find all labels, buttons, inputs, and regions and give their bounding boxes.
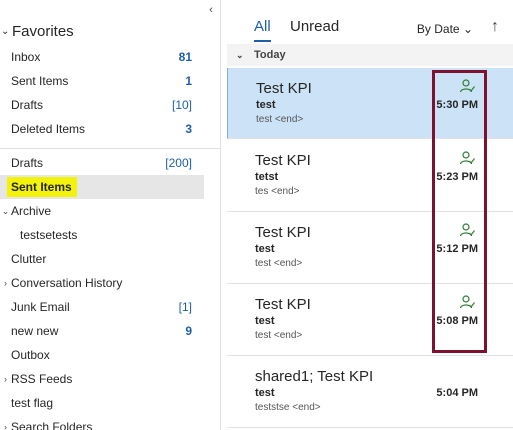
message-sender: Test KPI: [255, 296, 311, 313]
folder-label: test flag: [11, 396, 54, 410]
message-sender: Test KPI: [255, 152, 311, 169]
message-sender: Test KPI: [255, 224, 311, 241]
message-subject: test: [255, 315, 275, 327]
chevron-down-icon: ⌄: [236, 49, 244, 60]
folder-label: Sent Items: [11, 74, 69, 88]
message-item[interactable]: Test KPI test test <end> 5:12 PM: [227, 212, 513, 284]
folder-item-drafts[interactable]: Drafts [200]: [0, 151, 204, 175]
person-check-icon: [459, 223, 475, 237]
message-preview: test <end>: [255, 330, 303, 341]
folder-label: Outbox: [11, 348, 50, 362]
message-item[interactable]: Test KPI tetst tes <end> 5:23 PM: [227, 140, 513, 212]
folder-label: Drafts: [11, 98, 44, 112]
folder-item-outbox[interactable]: Outbox: [0, 343, 204, 367]
tab-all[interactable]: All: [254, 18, 271, 42]
chevron-down-icon[interactable]: ⌄: [0, 206, 11, 217]
person-check-icon: [459, 151, 475, 165]
message-preview: test <end>: [256, 114, 304, 125]
folder-item-new-new[interactable]: new new 9: [0, 319, 204, 343]
draft-count: [10]: [171, 98, 192, 112]
unread-count: 81: [178, 50, 192, 64]
message-item[interactable]: Test KPI test test <end> 5:08 PM: [227, 284, 513, 356]
message-preview: teststse <end>: [255, 402, 321, 413]
folder-item-search-folders[interactable]: › Search Folders: [0, 415, 204, 430]
message-time: 5:04 PM: [436, 387, 478, 399]
unread-count: 9: [185, 324, 192, 338]
unread-count: 1: [185, 74, 192, 88]
message-time: 5:12 PM: [436, 243, 478, 255]
message-item[interactable]: shared1; Test KPI test teststse <end> 5:…: [227, 356, 513, 428]
folder-label: Search Folders: [11, 420, 93, 430]
message-sender: shared1; Test KPI: [255, 368, 374, 385]
message-subject: tetst: [255, 171, 279, 183]
tab-unread[interactable]: Unread: [290, 18, 339, 35]
folder-pane: ‹ ⌄ Favorites Inbox 81 Sent Items 1 Draf…: [0, 0, 221, 430]
folder-item-sent-items[interactable]: Sent Items: [0, 175, 204, 199]
folder-label: new new: [11, 324, 59, 338]
message-sender: Test KPI: [256, 80, 312, 97]
chevron-right-icon[interactable]: ›: [0, 374, 11, 384]
chevron-right-icon[interactable]: ›: [0, 422, 11, 430]
folder-item-testsetests[interactable]: testsetests: [0, 223, 204, 247]
favorites-header[interactable]: ⌄ Favorites: [0, 20, 74, 42]
sort-by-dropdown[interactable]: By Date ⌄: [417, 22, 473, 36]
folder-label: Conversation History: [11, 276, 123, 290]
person-check-icon: [459, 79, 475, 93]
folder-item-archive[interactable]: ⌄ Archive: [0, 199, 204, 223]
message-item[interactable]: Test KPI test test <end> 5:30 PM: [227, 68, 513, 139]
folder-label: Deleted Items: [11, 122, 86, 136]
favorites-label: Favorites: [12, 22, 74, 40]
message-subject: test: [255, 387, 275, 399]
folder-label: testsetests: [20, 228, 78, 242]
message-time: 5:30 PM: [436, 99, 478, 111]
favorite-item-sent-items[interactable]: Sent Items 1: [0, 69, 204, 93]
collapse-pane-chevron-icon[interactable]: ‹: [205, 4, 217, 16]
favorite-item-drafts[interactable]: Drafts [10]: [0, 93, 204, 117]
folder-label: Clutter: [11, 252, 47, 266]
favorite-item-deleted-items[interactable]: Deleted Items 3: [0, 117, 204, 141]
folder-label: Drafts: [11, 156, 44, 170]
chevron-down-icon: ⌄: [1, 25, 10, 37]
folder-label: RSS Feeds: [11, 372, 73, 386]
group-label: Today: [254, 49, 286, 61]
group-header-today[interactable]: ⌄ Today: [227, 44, 513, 66]
folder-item-rss-feeds[interactable]: › RSS Feeds: [0, 367, 204, 391]
folder-item-test-flag[interactable]: test flag: [0, 391, 204, 415]
message-preview: tes <end>: [255, 186, 300, 197]
divider: [0, 148, 220, 149]
message-time: 5:08 PM: [436, 315, 478, 327]
folder-label: Sent Items: [7, 177, 77, 197]
folder-label: Inbox: [11, 50, 41, 64]
chevron-right-icon[interactable]: ›: [0, 278, 11, 288]
message-time: 5:23 PM: [436, 171, 478, 183]
message-subject: test: [255, 243, 275, 255]
person-check-icon: [459, 295, 475, 309]
junk-count: [1]: [178, 300, 192, 314]
folder-label: Archive: [11, 204, 52, 218]
message-subject: test: [256, 99, 276, 111]
draft-count: [200]: [165, 156, 192, 170]
favorite-item-inbox[interactable]: Inbox 81: [0, 45, 204, 69]
unread-count: 3: [185, 122, 192, 136]
folder-label: Junk Email: [11, 300, 70, 314]
folder-item-junk-email[interactable]: Junk Email [1]: [0, 295, 204, 319]
folder-item-conversation-history[interactable]: › Conversation History: [0, 271, 204, 295]
sort-direction-arrow-icon[interactable]: ↑: [491, 18, 499, 36]
message-list: All Unread By Date ⌄ ↑ ⌄ Today Test KPI …: [227, 0, 513, 430]
folder-item-clutter[interactable]: Clutter: [0, 247, 204, 271]
message-preview: test <end>: [255, 258, 303, 269]
